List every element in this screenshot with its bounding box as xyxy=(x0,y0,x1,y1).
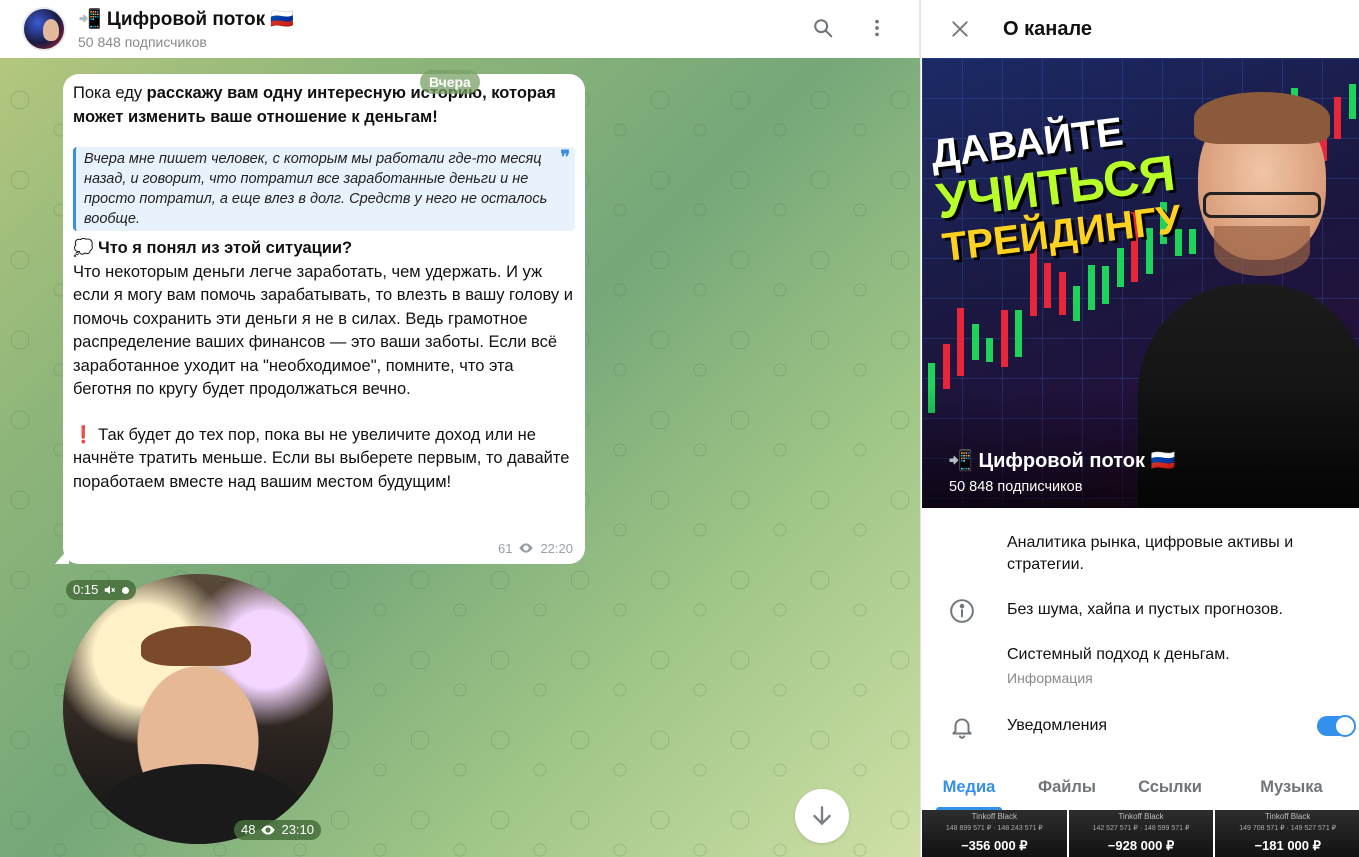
media-tabs: Медиа Файлы Ссылки Музыка xyxy=(921,764,1359,810)
message-views: 61 xyxy=(497,540,513,556)
eye-icon xyxy=(261,825,276,835)
thumb-card: Tinkoff Black xyxy=(1118,812,1164,821)
cover-candle xyxy=(1044,263,1051,308)
thumb-amount: −181 000 ₽ xyxy=(1254,838,1321,853)
arrow-down-icon xyxy=(813,806,831,826)
video-time: 23:10 xyxy=(281,822,315,837)
info-icon xyxy=(949,598,975,624)
cover-candle xyxy=(1000,309,1008,367)
channel-title: 📲 Цифровой поток 🇷🇺 xyxy=(78,8,295,30)
scroll-down-button[interactable] xyxy=(795,789,849,843)
message-meta: 61 22:20 xyxy=(498,537,573,561)
description-line-2: Без шума, хайпа и пустых прогнозов. xyxy=(1007,601,1283,618)
cover-candle xyxy=(957,308,964,377)
recording-dot-icon xyxy=(122,586,130,594)
panel-header: О канале xyxy=(921,0,1359,58)
exclamation-icon: ❗ xyxy=(73,425,94,444)
cover-person-beard xyxy=(1214,226,1310,276)
media-thumb[interactable]: Tinkoff Black 142 527 571 ₽ · 148 599 57… xyxy=(1068,810,1214,857)
video-message[interactable] xyxy=(63,574,333,844)
quote-text: Вчера мне пишет человек, с которым мы ра… xyxy=(84,151,548,227)
search-icon[interactable] xyxy=(809,14,837,42)
cover-person-glasses xyxy=(1203,192,1321,218)
message-heading: 💭 Что я понял из этой ситуации? xyxy=(73,237,575,261)
channel-info-panel: О канале ДАВАЙТЕ УЧИТЬСЯ ТРЕЙДИНГУ 📲 Циф… xyxy=(920,0,1359,857)
video-views: 48 xyxy=(241,822,256,837)
panel-title: О канале xyxy=(1003,17,1093,40)
cover-person-hair xyxy=(1194,92,1330,144)
more-vertical-icon[interactable] xyxy=(863,14,891,42)
description-line-3: Системный подход к деньгам. xyxy=(1007,646,1230,663)
cover-candle xyxy=(1189,229,1196,255)
tab-files[interactable]: Файлы xyxy=(1017,764,1117,810)
cover-candle xyxy=(1087,265,1095,310)
thumb-balance: 148 899 571 ₽ · 148 243 571 ₽ xyxy=(945,825,1043,832)
media-thumb[interactable]: Tinkoff Black 148 899 571 ₽ · 148 243 57… xyxy=(922,810,1067,857)
message-intro: Пока еду расскажу вам одну интересную ис… xyxy=(73,82,575,129)
bell-icon xyxy=(949,714,975,740)
message-closing: ❗ Так будет до тех пор, пока вы не увели… xyxy=(73,424,575,495)
channel-title-block[interactable]: 📲 Цифровой поток 🇷🇺 50 848 подписчиков xyxy=(78,9,294,50)
cover-candle xyxy=(1102,265,1109,304)
message-body: Что некоторым деньги легче заработать, ч… xyxy=(73,262,573,399)
channel-cover[interactable]: ДАВАЙТЕ УЧИТЬСЯ ТРЕЙДИНГУ 📲 Цифровой пот… xyxy=(922,58,1359,508)
thumb-card: Tinkoff Black xyxy=(971,812,1018,821)
cover-candle xyxy=(986,337,993,363)
tab-music[interactable]: Музыка xyxy=(1223,764,1359,810)
thumb-balance: 142 527 571 ₽ · 148 599 571 ₽ xyxy=(1092,825,1190,832)
cover-candle xyxy=(1058,271,1066,315)
info-label: Информация xyxy=(1007,670,1093,686)
message-time: 22:20 xyxy=(540,540,573,556)
thought-bubble-icon: 💭 xyxy=(73,239,94,257)
cover-candle xyxy=(1348,84,1356,119)
notifications-toggle[interactable] xyxy=(1317,715,1356,737)
closing-text: Так будет до тех пор, пока вы не увеличи… xyxy=(73,425,570,491)
tab-links[interactable]: Ссылки xyxy=(1117,764,1223,810)
notifications-label: Уведомления xyxy=(1007,717,1108,734)
chat-area: 📲 Цифровой поток 🇷🇺 50 848 подписчиков П… xyxy=(0,0,920,857)
message-quote: Вчера мне пишет человек, с которым мы ра… xyxy=(73,147,575,231)
heading-text: Что я понял из этой ситуации? xyxy=(98,239,353,257)
message-bubble[interactable]: Пока еду расскажу вам одну интересную ис… xyxy=(63,74,585,564)
cover-candle xyxy=(971,324,979,360)
description-line-1: Аналитика рынка, цифровые активы и страт… xyxy=(1007,534,1294,573)
date-pill: Вчера xyxy=(420,70,480,94)
thumb-amount: −928 000 ₽ xyxy=(1107,838,1175,853)
thumb-card: Tinkoff Black xyxy=(1265,812,1311,821)
cover-subscribers: 50 848 подписчиков xyxy=(949,479,1083,495)
thumb-amount: −356 000 ₽ xyxy=(961,838,1028,853)
toggle-knob xyxy=(1334,715,1356,737)
tab-media[interactable]: Медиа xyxy=(921,764,1017,810)
cover-candle xyxy=(942,344,950,389)
muted-speaker-icon xyxy=(105,585,116,595)
cover-candle xyxy=(1334,96,1341,139)
thumb-balance: 149 708 571 ₽ · 149 527 571 ₽ xyxy=(1239,825,1337,832)
cover-channel-name: 📲 Цифровой поток 🇷🇺 xyxy=(948,450,1176,472)
channel-subscribers: 50 848 подписчиков xyxy=(78,33,207,50)
cover-candle xyxy=(1073,285,1080,322)
cover-candle xyxy=(1015,310,1022,357)
video-duration-badge[interactable]: 0:15 xyxy=(66,580,137,600)
video-duration: 0:15 xyxy=(73,582,99,597)
eye-icon xyxy=(519,543,534,553)
video-meta-badge: 48 23:10 xyxy=(234,820,322,840)
cover-candle xyxy=(1116,247,1124,287)
chat-header[interactable]: 📲 Цифровой поток 🇷🇺 50 848 подписчиков xyxy=(0,0,920,58)
close-icon[interactable] xyxy=(945,14,975,44)
video-hair xyxy=(141,626,251,666)
media-thumb[interactable]: Tinkoff Black 149 708 571 ₽ · 149 527 57… xyxy=(1215,810,1359,857)
cover-headline: ДАВАЙТЕ УЧИТЬСЯ ТРЕЙДИНГУ xyxy=(928,106,1183,270)
quote-icon: ❞ xyxy=(560,147,570,167)
channel-avatar[interactable] xyxy=(22,7,66,51)
media-grid: Tinkoff Black 148 899 571 ₽ · 148 243 57… xyxy=(922,810,1359,857)
intro-plain: Пока еду xyxy=(73,84,147,102)
